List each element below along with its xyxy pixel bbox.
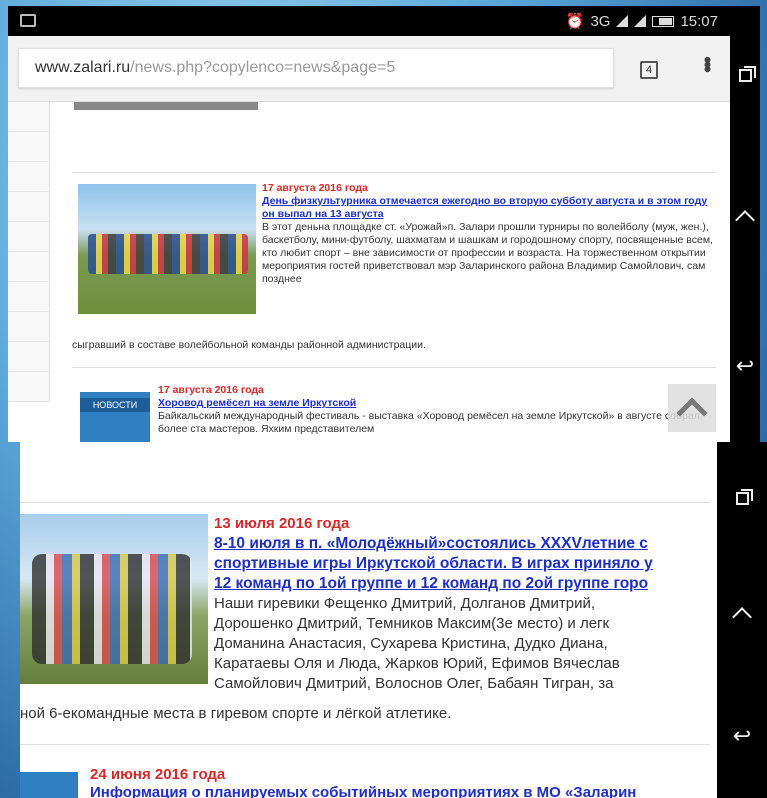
battery-icon xyxy=(652,15,675,27)
news-title-link[interactable]: День физкультурника отмечается ежегодно … xyxy=(262,195,714,221)
news-text-tail: сыгравший в составе волейбольной команды… xyxy=(72,339,426,351)
signal-icon-2 xyxy=(634,15,647,27)
news-date: 17 августа 2016 года xyxy=(262,182,368,194)
clock: 15:07 xyxy=(680,12,718,30)
news-date: 13 июля 2016 года xyxy=(214,515,350,532)
news-text-line: Наши гиревики Фещенко Дмитрий, Долганов … xyxy=(214,595,596,612)
news-photo-athletes[interactable] xyxy=(20,514,208,684)
alarm-icon: ⏰ xyxy=(565,13,585,30)
web-page: 17 августа 2016 года День физкультурника… xyxy=(8,102,730,442)
news-item: 13 июля 2016 года 8-10 июля в п. «Молодё… xyxy=(214,514,704,694)
screenshot-notification-icon xyxy=(20,14,36,27)
news-title-line[interactable]: 12 команд по 1ой группе и 12 команд по 2… xyxy=(214,574,704,594)
top-screenshot: ⏰ 3G 15:07 www.zalari.ru/news.php?copyle… xyxy=(8,6,760,442)
back-icon[interactable]: ↩ xyxy=(736,353,754,379)
news-text-tail: ной 6-екомандные места в гиревом спорте … xyxy=(20,705,452,722)
chevron-up-icon xyxy=(676,397,708,429)
left-sidebar xyxy=(8,102,50,442)
browser-toolbar: www.zalari.ru/news.php?copylenco=news&pa… xyxy=(8,36,730,102)
news-item: 24 июня 2016 года Информация о планируем… xyxy=(90,766,710,798)
news-text: В этот деньна площадке ст. «Урожай»п. За… xyxy=(262,221,713,285)
divider xyxy=(72,172,716,173)
news-thumbnail[interactable]: НОВОСТИ xyxy=(80,392,150,442)
news-date: 17 августа 2016 года xyxy=(158,384,264,396)
network-type: 3G xyxy=(590,12,611,30)
recent-apps-icon[interactable] xyxy=(738,65,756,82)
back-icon[interactable]: ↩ xyxy=(733,723,751,749)
navigation-bar: ↩ xyxy=(730,6,760,442)
url-path: /news.php?copylenco=news&page=5 xyxy=(130,59,396,76)
bottom-screenshot: 13 июля 2016 года 8-10 июля в п. «Молодё… xyxy=(20,442,767,798)
scroll-to-top-button[interactable] xyxy=(668,384,716,432)
news-title-link[interactable]: Хоровод ремёсел на земле Иркутской xyxy=(158,397,718,410)
home-icon[interactable] xyxy=(735,210,755,231)
news-text: Байкальский международный фестиваль - вы… xyxy=(158,410,700,435)
news-title-line[interactable]: спортивные игры Иркутской области. В игр… xyxy=(214,554,704,574)
recent-apps-icon[interactable] xyxy=(735,488,753,505)
news-thumbnail[interactable] xyxy=(20,772,78,798)
news-photo-volleyball[interactable] xyxy=(78,184,256,314)
news-item: 17 августа 2016 года Хоровод ремёсел на … xyxy=(158,384,718,436)
news-title-link[interactable]: Информация о планируемых событийных меро… xyxy=(90,784,710,798)
divider xyxy=(20,744,710,745)
tab-switcher-button[interactable]: 4 xyxy=(640,61,658,79)
news-text-line: Дорошенко Дмитрий, Темников Максим(3е ме… xyxy=(214,615,610,632)
news-text-line: Доманина Анастасия, Сухарева Кристина, Д… xyxy=(214,635,608,652)
divider xyxy=(72,367,716,368)
news-text-line: Самойлович Дмитрий, Волоснов Олег, Бабая… xyxy=(214,675,614,692)
thumbnail-label: НОВОСТИ xyxy=(80,398,150,412)
divider xyxy=(20,502,710,503)
url-host: www.zalari.ru xyxy=(35,59,131,76)
overflow-menu-icon[interactable]: ••• xyxy=(695,56,720,70)
news-text-line: Каратаевы Оля и Люда, Жарков Юрий, Ефимо… xyxy=(214,655,620,672)
navigation-bar: ↩ xyxy=(717,442,767,798)
home-icon[interactable] xyxy=(732,606,752,627)
news-date: 24 июня 2016 года xyxy=(90,766,226,783)
news-item: 17 августа 2016 года День физкультурника… xyxy=(262,182,714,286)
news-title-line[interactable]: 8-10 июля в п. «Молодёжный»состоялись XX… xyxy=(214,534,704,554)
signal-icon xyxy=(616,15,629,27)
address-bar[interactable]: www.zalari.ru/news.php?copylenco=news&pa… xyxy=(18,48,614,88)
status-bar: ⏰ 3G 15:07 xyxy=(8,6,730,36)
previous-image-edge xyxy=(74,102,258,110)
